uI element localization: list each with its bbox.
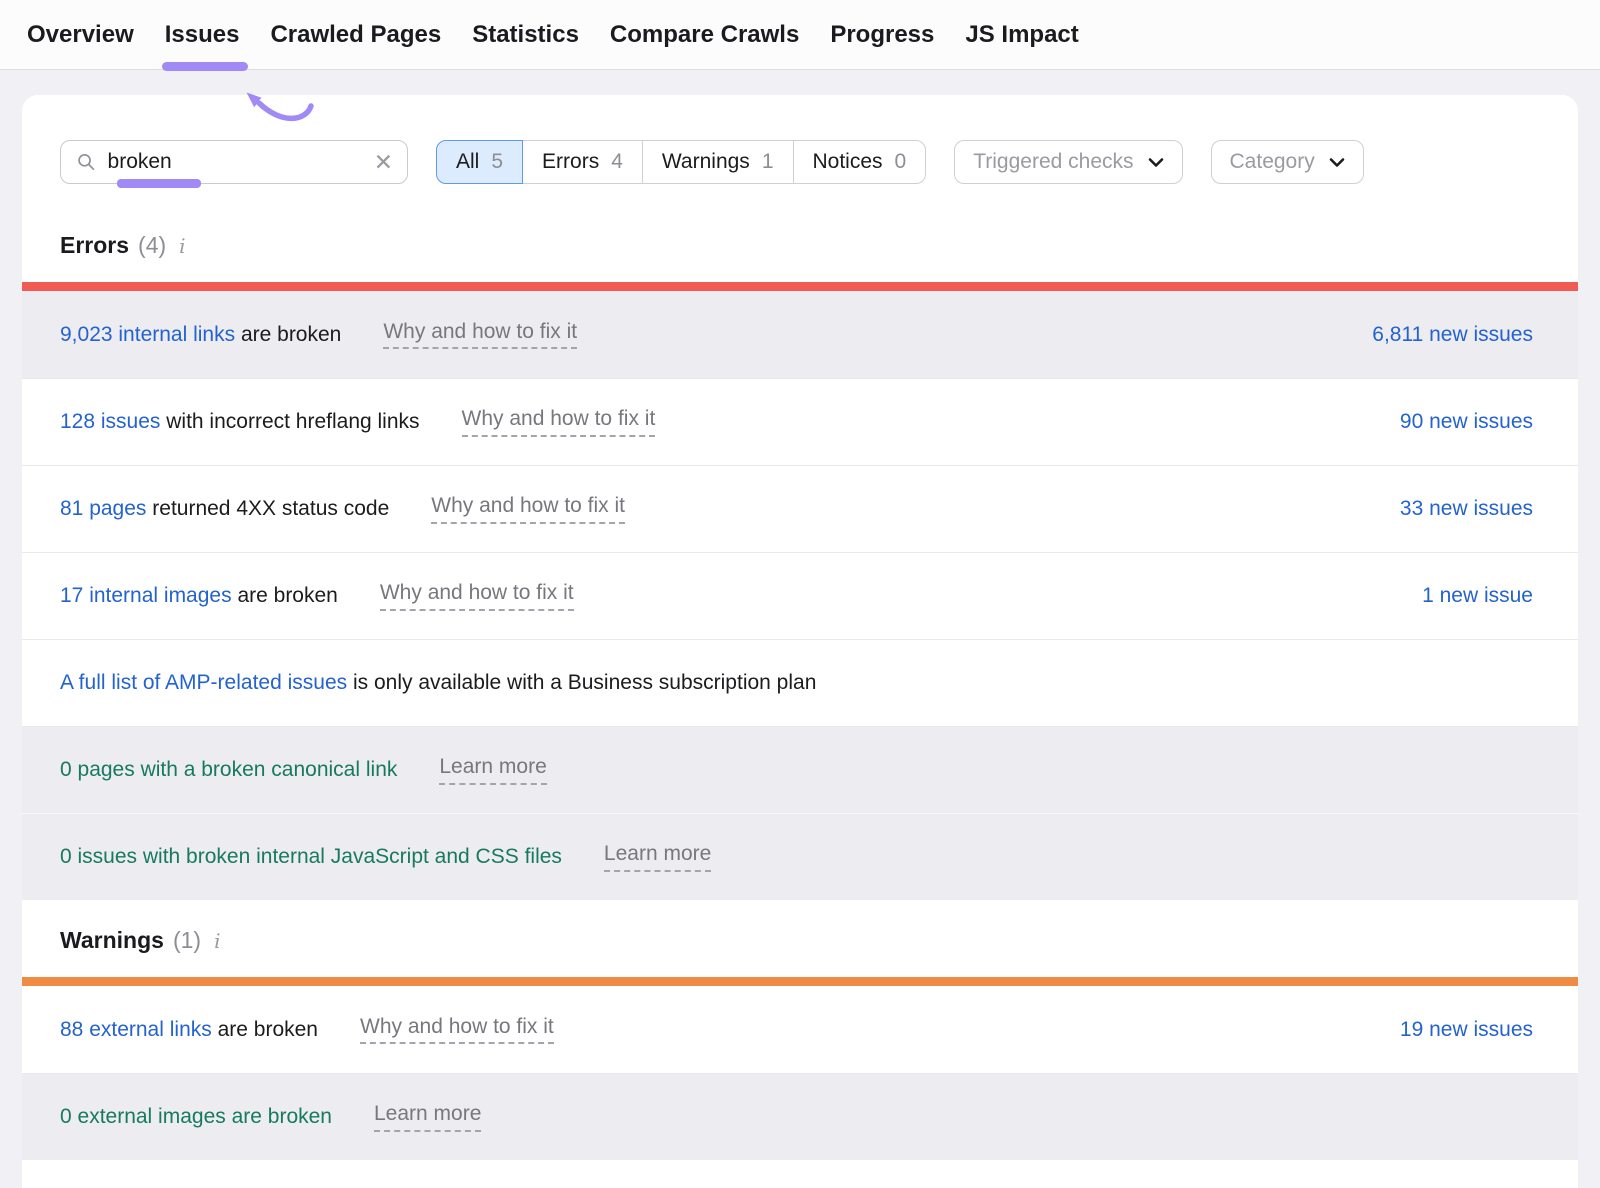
nav-tab-label: Compare Crawls (610, 21, 799, 48)
severity-filter-segment[interactable]: Notices 0 (793, 140, 927, 184)
issue-row: 81 pages returned 4XX status code Why an… (22, 465, 1578, 552)
filter-dropdown-label: Category (1230, 150, 1315, 174)
nav-tab-label: Overview (27, 21, 134, 48)
issue-description: are broken (232, 584, 338, 608)
nav-tab-label: JS Impact (965, 21, 1078, 48)
filter-dropdown[interactable]: Category (1211, 140, 1364, 184)
issue-help-link[interactable]: Why and how to fix it (380, 581, 574, 610)
issue-link[interactable]: 81 pages (60, 497, 146, 521)
severity-filter-segment[interactable]: All 5 (436, 140, 523, 184)
info-icon[interactable]: i (214, 929, 220, 953)
new-issues-link[interactable]: 19 new issues (1400, 1018, 1533, 1042)
issue-help-link[interactable]: Learn more (374, 1102, 481, 1131)
filter-dropdown-label: Triggered checks (973, 150, 1133, 174)
section-title: Warnings (60, 927, 164, 954)
issue-description: with incorrect hreflang links (160, 410, 419, 434)
issue-link[interactable]: 128 issues (60, 410, 160, 434)
nav-tab-label: Issues (165, 21, 240, 48)
errors-severity-bar (22, 282, 1578, 291)
tab-list: Overview Issues Crawled Pages Statistics… (27, 21, 1079, 49)
nav-tab-label: Progress (830, 21, 934, 48)
issue-link[interactable]: 0 external images are broken (60, 1105, 332, 1129)
severity-filter-label: Notices (813, 150, 883, 174)
nav-tab[interactable]: Issues (165, 21, 240, 49)
issue-link[interactable]: 9,023 internal links (60, 323, 235, 347)
nav-tab-label: Crawled Pages (270, 21, 441, 48)
severity-filter-count: 1 (762, 150, 774, 174)
section-count: (1) (173, 927, 201, 954)
annotation-arrow-icon (233, 80, 319, 128)
severity-filter-label: Warnings (662, 150, 750, 174)
issue-row: 128 issues with incorrect hreflang links… (22, 378, 1578, 465)
issue-row: A full list of AMP-related issues is onl… (22, 639, 1578, 726)
severity-filter-segment[interactable]: Warnings 1 (642, 140, 794, 184)
issue-help-link[interactable]: Why and how to fix it (431, 494, 625, 523)
issue-row: 0 external images are broken Learn more (22, 1073, 1578, 1160)
issue-help-link[interactable]: Why and how to fix it (383, 320, 577, 349)
severity-filter-group: All 5 Errors 4 Warnings 1 Notices 0 (437, 140, 926, 184)
issue-link[interactable]: 0 pages with a broken canonical link (60, 758, 397, 782)
nav-tab[interactable]: Progress (830, 21, 934, 49)
severity-filter-label: Errors (542, 150, 599, 174)
nav-tab-label: Statistics (472, 21, 579, 48)
nav-tab[interactable]: JS Impact (965, 21, 1078, 49)
issue-help-link[interactable]: Learn more (439, 755, 546, 784)
warnings-severity-bar (22, 977, 1578, 986)
issue-link[interactable]: 0 issues with broken internal JavaScript… (60, 845, 562, 869)
issue-row: 0 pages with a broken canonical link Lea… (22, 726, 1578, 813)
search-input[interactable] (108, 150, 374, 174)
new-issues-link[interactable]: 90 new issues (1400, 410, 1533, 434)
issue-link[interactable]: A full list of AMP-related issues (60, 671, 347, 695)
issue-row: 17 internal images are broken Why and ho… (22, 552, 1578, 639)
site-audit-tab-bar: Overview Issues Crawled Pages Statistics… (0, 0, 1600, 70)
issue-help-link[interactable]: Learn more (604, 842, 711, 871)
search-icon (77, 151, 96, 173)
issue-row: 0 issues with broken internal JavaScript… (22, 813, 1578, 900)
severity-filter-count: 4 (611, 150, 623, 174)
filter-dropdowns: Triggered checks Category (926, 140, 1364, 184)
severity-filter-count: 0 (895, 150, 907, 174)
search-term-underline (117, 179, 201, 188)
issue-help-link[interactable]: Why and how to fix it (360, 1015, 554, 1044)
clear-search-icon[interactable]: ✕ (374, 151, 393, 174)
issue-row: 9,023 internal links are broken Why and … (22, 291, 1578, 378)
issue-description: are broken (212, 1018, 318, 1042)
severity-filter-segment[interactable]: Errors 4 (522, 140, 643, 184)
issue-help-link[interactable]: Why and how to fix it (462, 407, 656, 436)
issue-description: are broken (235, 323, 341, 347)
severity-filter-label: All (456, 150, 479, 174)
warnings-row-list: 88 external links are broken Why and how… (22, 986, 1578, 1160)
issue-search-box[interactable]: ✕ (60, 140, 408, 184)
chevron-down-icon (1329, 157, 1345, 168)
info-icon[interactable]: i (179, 234, 185, 258)
filter-dropdown[interactable]: Triggered checks (954, 140, 1182, 184)
nav-tab[interactable]: Compare Crawls (610, 21, 799, 49)
active-tab-underline (162, 62, 249, 71)
errors-row-list: 9,023 internal links are broken Why and … (22, 291, 1578, 900)
issue-link[interactable]: 88 external links (60, 1018, 212, 1042)
chevron-down-icon (1148, 157, 1164, 168)
nav-tab[interactable]: Statistics (472, 21, 579, 49)
errors-section-header: Errors (4) i (22, 184, 1578, 282)
nav-tab[interactable]: Crawled Pages (270, 21, 441, 49)
issues-panel: ✕ All 5 Errors 4 Warnings 1 (22, 95, 1578, 1188)
new-issues-link[interactable]: 1 new issue (1422, 584, 1533, 608)
issue-description: returned 4XX status code (146, 497, 389, 521)
issue-row: 88 external links are broken Why and how… (22, 986, 1578, 1073)
severity-filter-count: 5 (491, 150, 503, 174)
nav-tab[interactable]: Overview (27, 21, 134, 49)
issue-link[interactable]: 17 internal images (60, 584, 232, 608)
section-count: (4) (138, 232, 166, 259)
new-issues-link[interactable]: 33 new issues (1400, 497, 1533, 521)
issue-description: is only available with a Business subscr… (347, 671, 816, 695)
section-title: Errors (60, 232, 129, 259)
new-issues-link[interactable]: 6,811 new issues (1372, 323, 1533, 347)
warnings-section-header: Warnings (1) i (22, 900, 1578, 977)
